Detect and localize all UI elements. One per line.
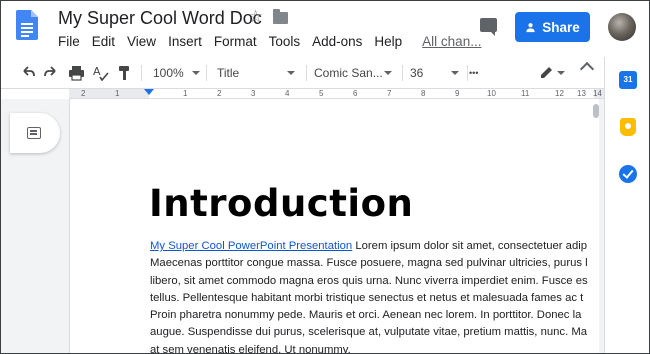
calendar-day: 31 (623, 75, 633, 84)
docs-logo-icon[interactable] (16, 10, 38, 40)
ruler-number: 7 (387, 89, 392, 98)
chevron-down-icon (384, 71, 392, 75)
body-line: tellus. Pellentesque habitant morbi tris… (150, 291, 584, 304)
outline-icon (27, 127, 41, 139)
ruler-number: 2 (217, 89, 222, 98)
ruler-number: 11 (521, 89, 530, 98)
ruler-number: 1 (183, 89, 188, 98)
menu-view[interactable]: View (121, 33, 162, 51)
ruler-number: 5 (319, 89, 324, 98)
scrollbar-thumb[interactable] (593, 104, 599, 118)
menu-bar: File Edit View Insert Format Tools Add-o… (52, 33, 487, 51)
redo-icon[interactable] (43, 61, 59, 85)
menu-format[interactable]: Format (208, 33, 263, 51)
ruler-number: 9 (455, 89, 460, 98)
style-value: Title (217, 66, 240, 80)
body-line: My Super Cool PowerPoint Presentation Lo… (150, 238, 592, 255)
more-icon: ••• (469, 68, 479, 78)
body-line: at sem venenatis eleifend. Ut nonummy. (150, 343, 351, 354)
zoom-value: 100% (153, 66, 184, 80)
menu-addons[interactable]: Add-ons (306, 33, 368, 51)
body-line: Proin pharetra nonummy pede. Mauris et o… (150, 309, 582, 322)
body-line: Maecenas porttitor congue massa. Fusce p… (150, 257, 588, 270)
share-button-label: Share (542, 19, 580, 35)
chevron-down-icon (451, 71, 459, 75)
ruler-number: 12 (555, 89, 564, 98)
ruler-number: 13 (577, 89, 586, 98)
formatting-toolbar: A 100% Title Comic San... 36 ••• (10, 61, 604, 85)
editing-mode-pencil-icon[interactable] (538, 61, 554, 85)
indent-marker[interactable] (144, 89, 154, 95)
menu-file[interactable]: File (52, 33, 86, 51)
ruler-number: 4 (285, 89, 290, 98)
spellcheck-icon[interactable]: A (92, 61, 109, 85)
ruler-number: 10 (487, 89, 496, 98)
keep-icon[interactable] (620, 118, 636, 136)
ruler-number: 2 (81, 89, 86, 98)
presentation-link[interactable]: My Super Cool PowerPoint Presentation (150, 240, 352, 252)
undo-icon[interactable] (20, 61, 36, 85)
toolbar-divider (467, 65, 468, 81)
menu-tools[interactable]: Tools (263, 33, 307, 51)
body-line-text: Lorem ipsum dolor sit amet, consectetuer… (352, 240, 588, 252)
menu-insert[interactable]: Insert (162, 33, 208, 51)
document-heading[interactable]: Introduction (149, 182, 413, 225)
print-icon[interactable] (68, 61, 85, 85)
ruler-number: 3 (251, 89, 256, 98)
side-panel (604, 57, 649, 353)
document-outline-button[interactable] (10, 113, 60, 153)
chevron-down-icon (287, 71, 295, 75)
style-select[interactable]: Title (217, 61, 297, 85)
paint-format-icon[interactable] (117, 61, 132, 85)
font-size-select[interactable]: 36 (410, 61, 460, 85)
docs-window: My Super Cool Word Doc ☆ File Edit View … (0, 0, 650, 354)
body-line: augue. Suspendisse dui purus, scelerisqu… (150, 326, 588, 339)
more-options-button[interactable]: ••• (469, 61, 483, 85)
zoom-select[interactable]: 100% (153, 61, 200, 85)
font-select[interactable]: Comic San... (314, 61, 394, 85)
svg-text:A: A (93, 65, 101, 78)
ruler-number: 8 (421, 89, 426, 98)
share-button[interactable]: Share (515, 12, 590, 42)
calendar-icon[interactable]: 31 (619, 71, 637, 89)
move-folder-icon[interactable] (273, 9, 288, 24)
ruler-number: 6 (353, 89, 358, 98)
menu-edit[interactable]: Edit (86, 33, 121, 51)
star-icon[interactable]: ☆ (248, 8, 263, 25)
people-icon (526, 22, 535, 32)
ruler[interactable]: 2 1 1 2 3 4 5 6 7 8 9 10 11 12 13 14 (69, 89, 604, 99)
body-line: libero, sit amet commodo magna eros quis… (150, 274, 588, 287)
menu-help[interactable]: Help (368, 33, 408, 51)
last-edit-link[interactable]: All chan... (416, 33, 487, 51)
tasks-icon[interactable] (619, 165, 637, 183)
toolbar-divider (306, 65, 307, 81)
toolbar-divider (402, 65, 403, 81)
chevron-down-icon[interactable] (557, 71, 565, 75)
document-title[interactable]: My Super Cool Word Doc (58, 8, 262, 29)
font-size-value: 36 (410, 66, 424, 80)
toolbar-divider (141, 65, 142, 81)
avatar[interactable] (608, 13, 636, 41)
font-value: Comic San... (314, 66, 383, 80)
ruler-number: 1 (115, 89, 120, 98)
ruler-number: 14 (593, 89, 602, 98)
document-body[interactable]: My Super Cool PowerPoint Presentation Lo… (150, 238, 592, 354)
toolbar-divider (206, 65, 207, 81)
chevron-down-icon (191, 71, 200, 75)
comment-history-icon[interactable] (480, 18, 497, 36)
app-header: My Super Cool Word Doc ☆ File Edit View … (1, 1, 649, 57)
